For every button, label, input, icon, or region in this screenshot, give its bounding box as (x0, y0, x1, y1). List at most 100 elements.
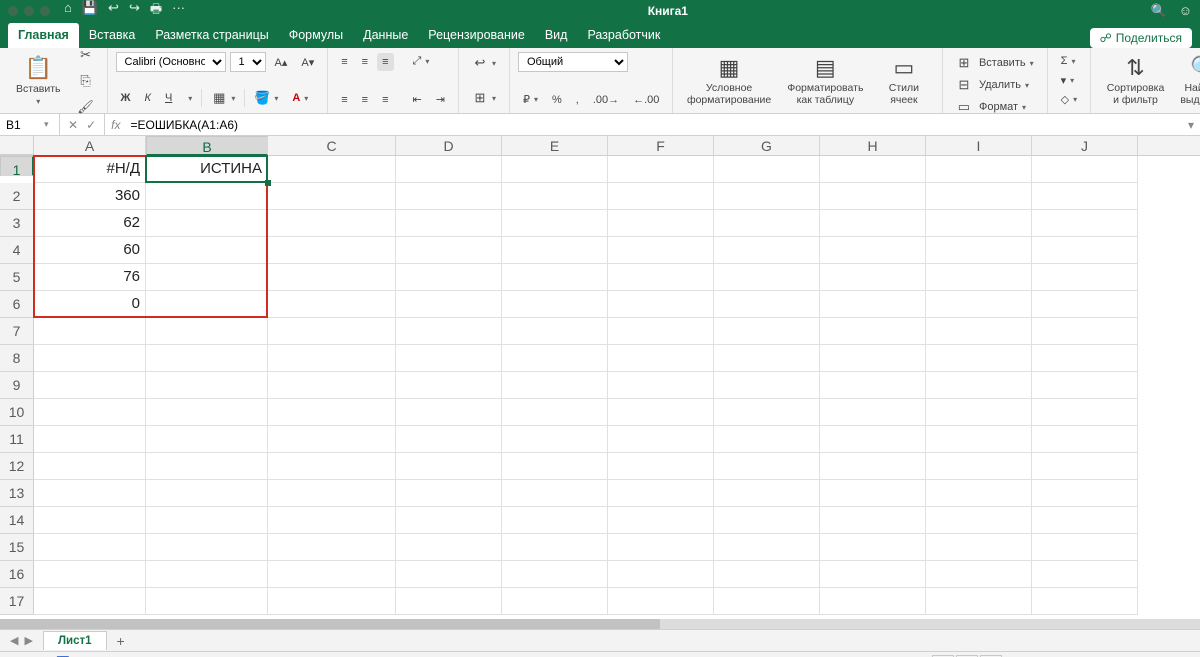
align-left-button[interactable]: ≡ (336, 91, 352, 109)
cell[interactable] (146, 264, 268, 291)
cell[interactable] (820, 156, 926, 183)
row-header[interactable]: 11 (0, 426, 34, 453)
cell[interactable] (146, 480, 268, 507)
cell[interactable] (268, 210, 396, 237)
cell[interactable] (926, 372, 1032, 399)
cell[interactable] (502, 399, 608, 426)
cell[interactable] (146, 507, 268, 534)
cell[interactable] (714, 426, 820, 453)
underline-menu[interactable] (181, 91, 197, 106)
cell[interactable] (146, 534, 268, 561)
cell[interactable] (1032, 480, 1138, 507)
cell[interactable]: #Н/Д (34, 156, 146, 183)
cell[interactable] (714, 453, 820, 480)
cell[interactable] (396, 480, 502, 507)
cell[interactable] (502, 291, 608, 318)
sheet-nav-next-icon[interactable]: ▶ (24, 634, 32, 647)
cell[interactable] (608, 210, 714, 237)
copy-button[interactable]: ⎘ (73, 70, 99, 92)
cell[interactable] (146, 237, 268, 264)
cell[interactable] (146, 372, 268, 399)
formula-input[interactable] (126, 118, 1182, 132)
cell[interactable] (502, 237, 608, 264)
cell[interactable] (608, 534, 714, 561)
cell[interactable] (502, 453, 608, 480)
cell[interactable] (714, 291, 820, 318)
cell[interactable] (926, 345, 1032, 372)
cell[interactable]: 76 (34, 264, 146, 291)
decrease-font-button[interactable]: A▾ (296, 53, 319, 72)
align-center-button[interactable]: ≡ (357, 91, 373, 109)
cell[interactable] (1032, 210, 1138, 237)
cell[interactable] (396, 345, 502, 372)
comma-button[interactable]: , (571, 91, 584, 109)
cell[interactable] (820, 372, 926, 399)
cell[interactable] (926, 588, 1032, 615)
cell[interactable] (146, 345, 268, 372)
cell[interactable] (1032, 318, 1138, 345)
sheet-nav-prev-icon[interactable]: ◀ (10, 634, 18, 647)
cell[interactable] (926, 318, 1032, 345)
cell[interactable]: 360 (34, 183, 146, 210)
ribbon-tab[interactable]: Формулы (279, 23, 353, 48)
print-icon[interactable]: 🖶 (150, 0, 162, 22)
cell[interactable] (1032, 507, 1138, 534)
cell[interactable] (608, 156, 714, 183)
row-header[interactable]: 7 (0, 318, 34, 345)
name-box[interactable]: ▾ (0, 114, 60, 135)
cell[interactable] (608, 588, 714, 615)
row-header[interactable]: 14 (0, 507, 34, 534)
cell[interactable] (502, 507, 608, 534)
cell[interactable] (34, 318, 146, 345)
cell[interactable] (146, 399, 268, 426)
cell[interactable] (926, 291, 1032, 318)
cell[interactable]: 0 (34, 291, 146, 318)
cell[interactable] (714, 507, 820, 534)
cell[interactable] (608, 264, 714, 291)
column-header[interactable]: E (502, 136, 608, 155)
cell[interactable] (268, 480, 396, 507)
cell[interactable] (268, 588, 396, 615)
cell[interactable] (396, 399, 502, 426)
cell[interactable] (396, 561, 502, 588)
cell[interactable] (396, 183, 502, 210)
cell[interactable] (1032, 426, 1138, 453)
cell[interactable] (926, 480, 1032, 507)
cell[interactable] (1032, 291, 1138, 318)
cell[interactable] (926, 453, 1032, 480)
cell[interactable] (268, 345, 396, 372)
ribbon-tab[interactable]: Разметка страницы (145, 23, 278, 48)
cell[interactable] (502, 183, 608, 210)
decrease-decimal-button[interactable]: ←.00 (628, 91, 664, 109)
cell[interactable] (268, 453, 396, 480)
row-header[interactable]: 12 (0, 453, 34, 480)
cell[interactable] (268, 399, 396, 426)
ribbon-tab[interactable]: Рецензирование (418, 23, 535, 48)
ribbon-tab[interactable]: Главная (8, 23, 79, 48)
cancel-formula-icon[interactable]: ✕ (68, 118, 78, 132)
cell[interactable] (714, 534, 820, 561)
cell[interactable] (34, 561, 146, 588)
cell[interactable] (608, 480, 714, 507)
cell[interactable] (820, 399, 926, 426)
column-header[interactable]: A (34, 136, 146, 155)
format-as-table-button[interactable]: ▤ Форматировать как таблицу (777, 52, 874, 110)
cell[interactable] (820, 588, 926, 615)
cell[interactable] (714, 588, 820, 615)
wrap-text-button[interactable]: ↩ (467, 52, 501, 74)
cell[interactable] (396, 291, 502, 318)
cell[interactable] (396, 318, 502, 345)
cell[interactable] (714, 264, 820, 291)
cell[interactable] (608, 318, 714, 345)
cell[interactable]: 62 (34, 210, 146, 237)
column-header[interactable]: I (926, 136, 1032, 155)
cell[interactable] (1032, 534, 1138, 561)
format-cells-button[interactable]: ▭ Формат (951, 96, 1031, 118)
add-sheet-button[interactable]: + (107, 633, 135, 649)
fx-icon[interactable]: fx (105, 118, 126, 132)
ribbon-tab[interactable]: Данные (353, 23, 418, 48)
cell[interactable] (268, 426, 396, 453)
cell[interactable] (396, 426, 502, 453)
cell[interactable] (146, 318, 268, 345)
cell[interactable] (1032, 399, 1138, 426)
